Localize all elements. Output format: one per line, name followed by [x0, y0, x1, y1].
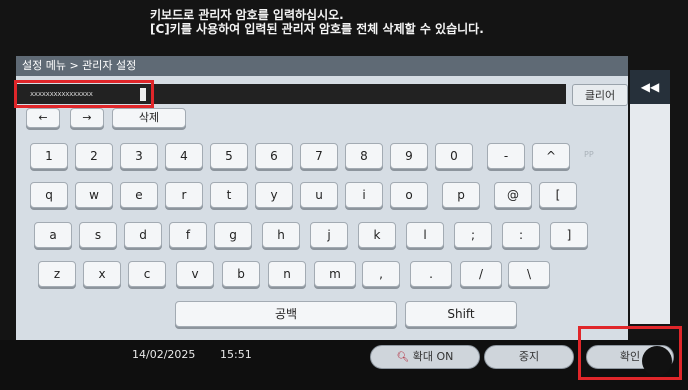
- key-9[interactable]: 9: [390, 143, 428, 169]
- key-e[interactable]: e: [120, 182, 158, 208]
- key-at[interactable]: @: [494, 182, 532, 208]
- key-c[interactable]: c: [128, 261, 166, 287]
- key-z[interactable]: z: [38, 261, 76, 287]
- key-5[interactable]: 5: [210, 143, 248, 169]
- key-colon[interactable]: :: [502, 222, 540, 248]
- status-time: 15:51: [220, 348, 252, 361]
- instruction-message: 키보드로 관리자 암호를 입력하십시오. [C]키를 사용하여 입력된 관리자 …: [150, 8, 670, 36]
- key-i[interactable]: i: [345, 182, 383, 208]
- status-date: 14/02/2025: [132, 348, 196, 361]
- key-minus[interactable]: -: [487, 143, 525, 169]
- key-caret[interactable]: ^: [532, 143, 570, 169]
- key-4[interactable]: 4: [165, 143, 203, 169]
- instruction-line-1: 키보드로 관리자 암호를 입력하십시오.: [150, 8, 344, 22]
- key-6[interactable]: 6: [255, 143, 293, 169]
- key-2[interactable]: 2: [75, 143, 113, 169]
- key-semicolon[interactable]: ;: [454, 222, 492, 248]
- key-k[interactable]: k: [358, 222, 396, 248]
- key-s[interactable]: s: [79, 222, 117, 248]
- key-3[interactable]: 3: [120, 143, 158, 169]
- clear-button[interactable]: 클리어: [572, 84, 628, 106]
- collapse-panel-icon[interactable]: ◀◀: [630, 70, 670, 104]
- key-v[interactable]: v: [176, 261, 214, 287]
- key-m[interactable]: m: [314, 261, 356, 287]
- key-n[interactable]: n: [268, 261, 306, 287]
- key-comma[interactable]: ,: [362, 261, 400, 287]
- key-1[interactable]: 1: [30, 143, 68, 169]
- key-x[interactable]: x: [83, 261, 121, 287]
- finger-touch: [642, 346, 672, 376]
- key-0[interactable]: 0: [435, 143, 473, 169]
- faded-hint: PP: [584, 150, 594, 159]
- key-w[interactable]: w: [75, 182, 113, 208]
- zoom-label: 확대 ON: [412, 350, 454, 363]
- key-q[interactable]: q: [30, 182, 68, 208]
- zoom-button[interactable]: 🔍︎ 확대 ON: [370, 345, 480, 369]
- key-d[interactable]: d: [124, 222, 162, 248]
- key-8[interactable]: 8: [345, 143, 383, 169]
- key-l[interactable]: l: [406, 222, 444, 248]
- zoom-icon: 🔍︎: [396, 352, 410, 363]
- key-o[interactable]: o: [390, 182, 428, 208]
- key-f[interactable]: f: [169, 222, 207, 248]
- stop-button[interactable]: 중지: [484, 345, 574, 369]
- cursor-right-key[interactable]: →: [70, 108, 104, 128]
- key-7[interactable]: 7: [300, 143, 338, 169]
- side-column: [630, 104, 670, 324]
- instruction-line-2: [C]키를 사용하여 입력된 관리자 암호를 전체 삭제할 수 있습니다.: [150, 22, 484, 36]
- cursor-left-key[interactable]: ←: [26, 108, 60, 128]
- key-p[interactable]: p: [442, 182, 480, 208]
- key-b[interactable]: b: [222, 261, 260, 287]
- key-close-bracket[interactable]: ]: [550, 222, 588, 248]
- delete-key[interactable]: 삭제: [112, 108, 186, 128]
- key-a[interactable]: a: [34, 222, 72, 248]
- key-h[interactable]: h: [262, 222, 300, 248]
- key-y[interactable]: y: [255, 182, 293, 208]
- key-t[interactable]: t: [210, 182, 248, 208]
- key-j[interactable]: j: [310, 222, 348, 248]
- shift-key[interactable]: Shift: [405, 301, 517, 327]
- key-slash[interactable]: /: [460, 261, 502, 287]
- key-backslash[interactable]: \: [508, 261, 550, 287]
- key-period[interactable]: .: [410, 261, 452, 287]
- password-highlight-box: [14, 80, 154, 108]
- space-key[interactable]: 공백: [175, 301, 397, 327]
- key-r[interactable]: r: [165, 182, 203, 208]
- key-u[interactable]: u: [300, 182, 338, 208]
- key-g[interactable]: g: [214, 222, 252, 248]
- key-open-bracket[interactable]: [: [539, 182, 577, 208]
- breadcrumb: 설정 메뉴 > 관리자 설정: [16, 56, 628, 76]
